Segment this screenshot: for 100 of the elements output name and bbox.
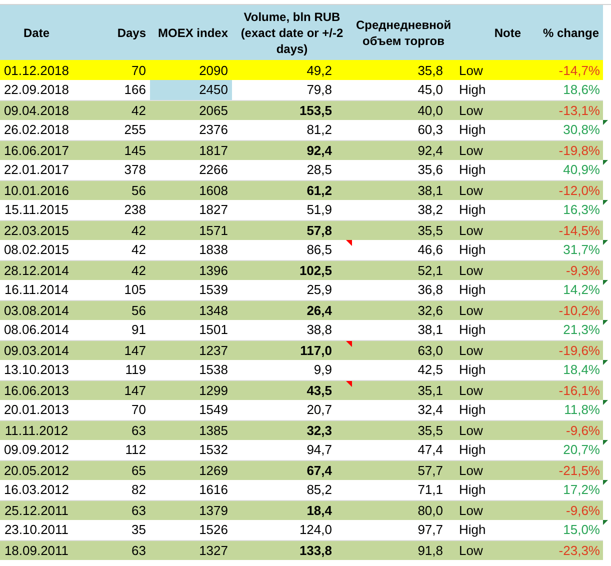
table-cell: 1269 (150, 460, 232, 480)
table-cell: 52,1 (352, 260, 455, 280)
table-cell: -14,7% (558, 62, 600, 78)
table-cell: High (455, 200, 525, 220)
table-cell: 91,8 (352, 540, 455, 560)
table-cell: 1379 (150, 500, 232, 520)
table-cell: 40,0 (352, 100, 455, 120)
table-cell: 61,2 (232, 180, 352, 200)
table-cell: 2065 (150, 100, 232, 120)
table-cell: 63 (73, 500, 150, 520)
table-cell: Low (455, 340, 525, 360)
table-cell: High (455, 480, 525, 500)
table-cell: Low (455, 300, 525, 320)
table-cell: 80,0 (352, 500, 455, 520)
table-cell: High (455, 360, 525, 380)
table-cell: 119 (73, 360, 150, 380)
table-cell: 17,2% (563, 482, 600, 498)
table-cell: 38,2 (352, 200, 455, 220)
table-cell: 112 (73, 440, 150, 460)
table-cell: 86,5 (232, 240, 352, 260)
table-cell: 35 (73, 520, 150, 540)
table-cell: High (455, 320, 525, 340)
table-cell: 70 (73, 400, 150, 420)
table-cell: 97,7 (352, 520, 455, 540)
table-cell: 38,1 (352, 320, 455, 340)
table-cell: 46,6 (352, 240, 455, 260)
table-cell: 238 (73, 200, 150, 220)
column-header: MOEX index (158, 26, 228, 40)
table-cell: 1571 (150, 220, 232, 240)
table-cell: 1538 (150, 360, 232, 380)
table-cell: High (455, 520, 525, 540)
table-cell: 81,2 (232, 120, 352, 140)
table-cell: 51,9 (232, 200, 352, 220)
table-cell: -14,5% (558, 222, 600, 238)
table-cell: 35,5 (352, 420, 455, 440)
table-cell: -10,2% (558, 302, 600, 318)
table-cell: 1827 (150, 200, 232, 220)
table-cell: 20,7% (563, 442, 600, 458)
table-cell: 9,9 (232, 360, 352, 380)
column-header: Volume, bln RUB (exact date or +/-2 days) (240, 10, 344, 56)
table-cell: 1348 (150, 300, 232, 320)
table-cell: 92,4 (232, 140, 352, 160)
table-cell: 105 (73, 280, 150, 300)
table-cell: Low (455, 140, 525, 160)
table-cell: 47,4 (352, 440, 455, 460)
table-cell: 67,4 (232, 460, 352, 480)
table-cell: 42 (73, 220, 150, 240)
table-cell: -12,0% (558, 182, 600, 198)
table-cell: 43,5 (232, 380, 352, 400)
table-cell: High (455, 400, 525, 420)
table-cell: 79,8 (232, 80, 352, 100)
table-cell: 57,8 (232, 220, 352, 240)
table-cell: 35,6 (352, 160, 455, 180)
table-cell: 117,0 (232, 340, 352, 360)
table-cell: Low (455, 460, 525, 480)
table-cell: High (455, 160, 525, 180)
table-cell: 1838 (150, 240, 232, 260)
table-cell: 31,7% (563, 242, 600, 258)
table-cell: 20.01.2013 (0, 400, 73, 420)
table-cell: 18.09.2011 (0, 540, 73, 560)
column-header: Note (494, 26, 521, 40)
table-cell: 35,1 (352, 380, 455, 400)
table-cell: 42 (73, 260, 150, 280)
table-cell: 56 (73, 300, 150, 320)
table-cell: Low (455, 500, 525, 520)
table-cell: -19,6% (558, 342, 600, 358)
table-cell: 40,9% (563, 162, 600, 178)
table-cell: 21,3% (563, 322, 600, 338)
table-cell: 1501 (150, 320, 232, 340)
table-cell: -9,6% (566, 422, 600, 438)
table-cell: 09.09.2012 (0, 440, 73, 460)
table-cell: 20,7 (232, 400, 352, 420)
table-cell: 49,2 (232, 60, 352, 80)
table-cell: High (455, 280, 525, 300)
table-cell: 35,5 (352, 220, 455, 240)
table-cell: 124,0 (232, 520, 352, 540)
table-cell: 63,0 (352, 340, 455, 360)
table-cell: 147 (73, 380, 150, 400)
table-cell: 57,7 (352, 460, 455, 480)
table-cell: 70 (73, 60, 150, 80)
table-cell: 1385 (150, 420, 232, 440)
table-cell: 2266 (150, 160, 232, 180)
table-cell: -19,8% (558, 142, 600, 158)
table-cell: 1549 (150, 400, 232, 420)
table-cell: 18,4% (563, 362, 600, 378)
table-cell: 71,1 (352, 480, 455, 500)
table-cell: 22.01.2017 (0, 160, 73, 180)
table-cell: 153,5 (232, 100, 352, 120)
table-cell: 28.12.2014 (0, 260, 73, 280)
table-cell: 35,8 (352, 60, 455, 80)
table-cell: 38,1 (352, 180, 455, 200)
table-cell: 38,8 (232, 320, 352, 340)
table-cell: 10.01.2016 (0, 180, 73, 200)
table-cell: Low (455, 420, 525, 440)
column-header: Days (117, 26, 146, 40)
table-cell: 1532 (150, 440, 232, 460)
table-cell: 42,5 (352, 360, 455, 380)
table-cell: 15.11.2015 (0, 200, 73, 220)
table-cell: 15,0% (563, 522, 600, 538)
column-header: Date (23, 26, 50, 40)
